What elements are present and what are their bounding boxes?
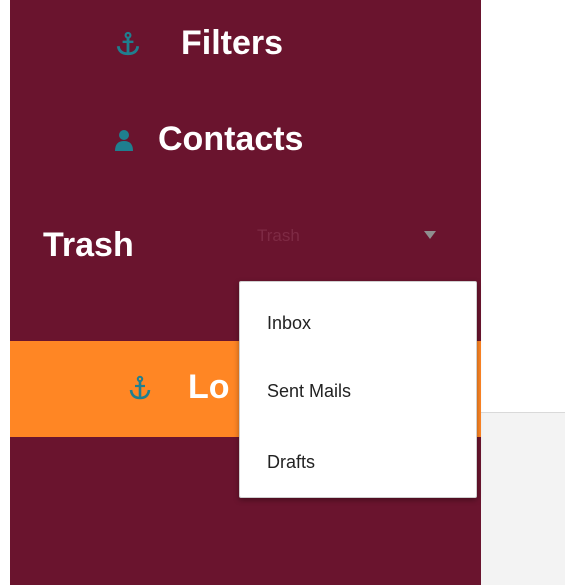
folder-select[interactable]: Trash (243, 218, 450, 256)
folder-dropdown-menu: Inbox Sent Mails Drafts (239, 281, 477, 498)
content-panel (481, 413, 565, 585)
chevron-down-icon (424, 231, 436, 239)
user-icon (115, 129, 133, 151)
nav-contacts-label: Contacts (158, 120, 304, 158)
anchor-icon (129, 375, 151, 400)
trash-label: Trash (43, 226, 134, 264)
dropdown-option-inbox[interactable]: Inbox (267, 313, 311, 334)
anchor-icon (116, 31, 140, 55)
logout-label: Lo (188, 368, 230, 406)
dropdown-option-drafts[interactable]: Drafts (267, 452, 315, 473)
nav-contacts[interactable]: Contacts (114, 120, 303, 159)
nav-filters-label: Filters (181, 24, 284, 62)
folder-select-value: Trash (257, 226, 300, 245)
dropdown-option-sent-mails[interactable]: Sent Mails (267, 381, 351, 402)
nav-filters[interactable]: Filters (115, 24, 283, 63)
